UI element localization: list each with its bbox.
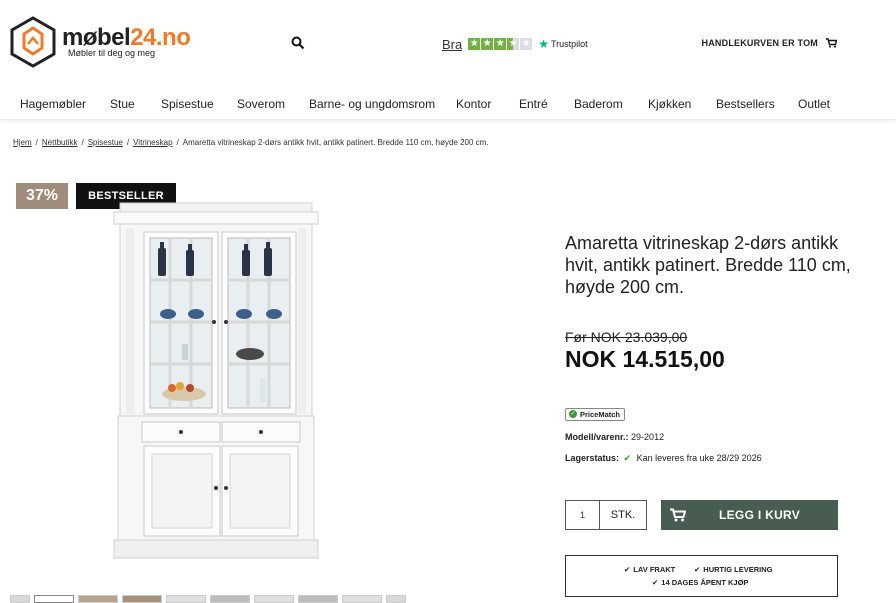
logo-hexagon-icon — [10, 16, 56, 68]
breadcrumb: Hjem / Nettbutikk / Spisestue / Vitrineskap / Am… — [13, 138, 489, 147]
breadcrumb-link-nettbutikk[interactable]: Nettbutikk — [42, 138, 78, 147]
check-icon: ✔ — [623, 453, 632, 463]
usp-item: ✔ LAV FRAKT — [624, 565, 676, 574]
cart-icon — [670, 508, 686, 522]
stock-value: Kan leveres fra uke 28/29 2026 — [636, 453, 762, 463]
breadcrumb-separator: / — [35, 138, 38, 147]
nav-item-soverom[interactable]: Soverom — [237, 97, 285, 111]
nav-item-hagemobler[interactable]: Hagemøbler — [20, 97, 86, 111]
trustpilot-widget[interactable]: Bra ★ ★ ★ ★ ★ ★ Trustpilot — [442, 36, 588, 52]
product-title: Amaretta vitrineskap 2-dørs antikk hvit,… — [565, 233, 851, 297]
main-navigation: Hagemøbler Stue Spisestue Soverom Barne-… — [0, 88, 896, 120]
add-to-cart-button[interactable]: LEGG I KURV — [661, 500, 838, 530]
old-price: Før NOK 23.039,00 — [565, 329, 688, 345]
product-image[interactable] — [108, 198, 324, 568]
star-icon: ★ — [468, 38, 481, 50]
trustpilot-stars: ★ ★ ★ ★ ★ — [468, 38, 533, 50]
trustpilot-star-icon: ★ — [538, 37, 549, 51]
logo-tagline: Møbler til deg og meg — [68, 48, 156, 58]
thumbnail[interactable] — [166, 595, 206, 603]
quantity-selector: STK. — [565, 500, 647, 530]
thumbnail[interactable] — [342, 595, 382, 603]
cart-link[interactable]: HANDLEKURVEN ER TOM — [702, 38, 837, 48]
nav-item-baderom[interactable]: Baderom — [574, 97, 623, 111]
cart-icon — [826, 38, 837, 48]
breadcrumb-current: Amaretta vitrineskap 2-dørs antikk hvit,… — [182, 138, 489, 147]
star-icon: ★ — [481, 38, 494, 50]
stock-info: Lagerstatus: ✔ Kan leveres fra uke 28/29… — [565, 453, 762, 464]
thumbnail-nav-next[interactable] — [386, 595, 406, 603]
thumbnail[interactable] — [78, 595, 118, 603]
site-logo[interactable]: møbel24.no Møbler til deg og meg — [10, 16, 200, 70]
model-value: 29-2012 — [631, 432, 665, 442]
thumbnail[interactable] — [254, 595, 294, 603]
nav-item-stue[interactable]: Stue — [110, 97, 135, 111]
nav-item-entre[interactable]: Entré — [519, 97, 548, 111]
site-header: møbel24.no Møbler til deg og meg Bra ★ ★… — [0, 0, 896, 88]
breadcrumb-separator: / — [176, 138, 179, 147]
nav-item-kjokken[interactable]: Kjøkken — [648, 97, 691, 111]
check-icon: ✔ — [694, 565, 701, 574]
model-info: Modell/varenr.: 29-2012 — [565, 432, 664, 442]
check-icon: ✔ — [624, 565, 631, 574]
thumbnail[interactable] — [210, 595, 250, 603]
stock-label: Lagerstatus: — [565, 453, 620, 463]
nav-item-outlet[interactable]: Outlet — [798, 97, 830, 111]
current-price: NOK 14.515,00 — [565, 346, 725, 372]
model-label: Modell/varenr.: — [565, 432, 629, 442]
thumbnail[interactable] — [298, 595, 338, 603]
discount-badge: 37% — [16, 183, 68, 209]
star-empty-icon: ★ — [520, 38, 533, 50]
check-icon: ✔ — [652, 578, 659, 587]
breadcrumb-separator: / — [126, 138, 130, 147]
thumbnail-strip — [10, 595, 420, 603]
breadcrumb-link-hjem[interactable]: Hjem — [13, 138, 32, 147]
quantity-input[interactable] — [566, 501, 600, 529]
thumbnail[interactable] — [34, 595, 74, 603]
search-icon[interactable] — [291, 36, 307, 52]
star-icon: ★ — [494, 38, 507, 50]
cart-label: HANDLEKURVEN ER TOM — [701, 38, 818, 48]
breadcrumb-link-vitrineskap[interactable]: Vitrineskap — [133, 138, 172, 147]
star-half-icon: ★ — [507, 38, 520, 50]
add-to-cart-label: LEGG I KURV — [719, 508, 801, 522]
trustpilot-brand: ★ Trustpilot — [538, 37, 588, 51]
thumbnail[interactable] — [122, 595, 162, 603]
usp-item: ✔ 14 DAGES ÅPENT KJØP — [652, 578, 749, 587]
usp-item: ✔ HURTIG LEVERING — [694, 565, 773, 574]
breadcrumb-link-spisestue[interactable]: Spisestue — [88, 138, 123, 147]
breadcrumb-separator: / — [81, 138, 84, 147]
trustpilot-rating-text: Bra — [442, 36, 463, 52]
pricematch-badge[interactable]: PriceMatch — [565, 408, 626, 421]
quantity-unit: STK. — [610, 509, 636, 521]
nav-item-kontor[interactable]: Kontor — [456, 97, 491, 111]
nav-item-barne-og-ungdomsrom[interactable]: Barne- og ungdomsrom — [309, 97, 435, 111]
usp-box: ✔ LAV FRAKT ✔ HURTIG LEVERING ✔ 14 DAGES ÅP… — [565, 555, 838, 597]
thumbnail-nav-prev[interactable] — [10, 595, 30, 603]
nav-item-bestsellers[interactable]: Bestsellers — [716, 97, 775, 111]
nav-item-spisestue[interactable]: Spisestue — [161, 97, 214, 111]
